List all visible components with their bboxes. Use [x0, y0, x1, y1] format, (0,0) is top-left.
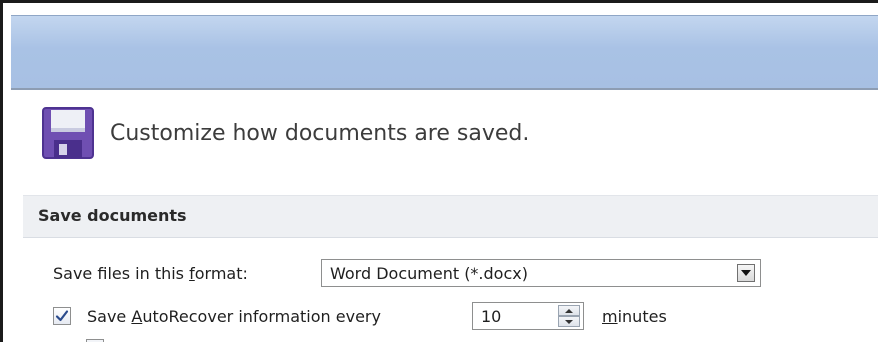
title-bar [11, 15, 878, 90]
autorecover-minutes-value[interactable]: 10 [473, 307, 501, 326]
chevron-down-icon[interactable] [558, 316, 580, 327]
save-format-dropdown[interactable]: Word Document (*.docx) [321, 259, 761, 287]
chevron-up-icon[interactable] [558, 305, 580, 316]
autorecover-checkbox[interactable] [53, 307, 71, 325]
dropdown-arrow-icon[interactable] [737, 264, 755, 282]
header-description: Customize how documents are saved. [110, 120, 530, 146]
autorecover-row: Save AutoRecover information every 10 mi… [53, 300, 667, 332]
autorecover-label: Save AutoRecover information every [87, 306, 381, 326]
section-header: Save documents [23, 195, 878, 238]
save-format-value: Word Document (*.docx) [330, 263, 528, 283]
save-format-row: Save files in this format: Word Document… [53, 257, 761, 289]
save-format-label: Save files in this format: [53, 263, 248, 283]
minutes-label: minutes [602, 306, 667, 326]
checkmark-icon [55, 310, 69, 322]
section-title: Save documents [38, 206, 187, 225]
autorecover-minutes-stepper[interactable]: 10 [472, 302, 584, 330]
floppy-disk-icon [42, 107, 94, 159]
stepper-buttons [558, 305, 580, 327]
page-header: Customize how documents are saved. [41, 103, 529, 163]
options-window: Customize how documents are saved. Save … [0, 0, 878, 342]
